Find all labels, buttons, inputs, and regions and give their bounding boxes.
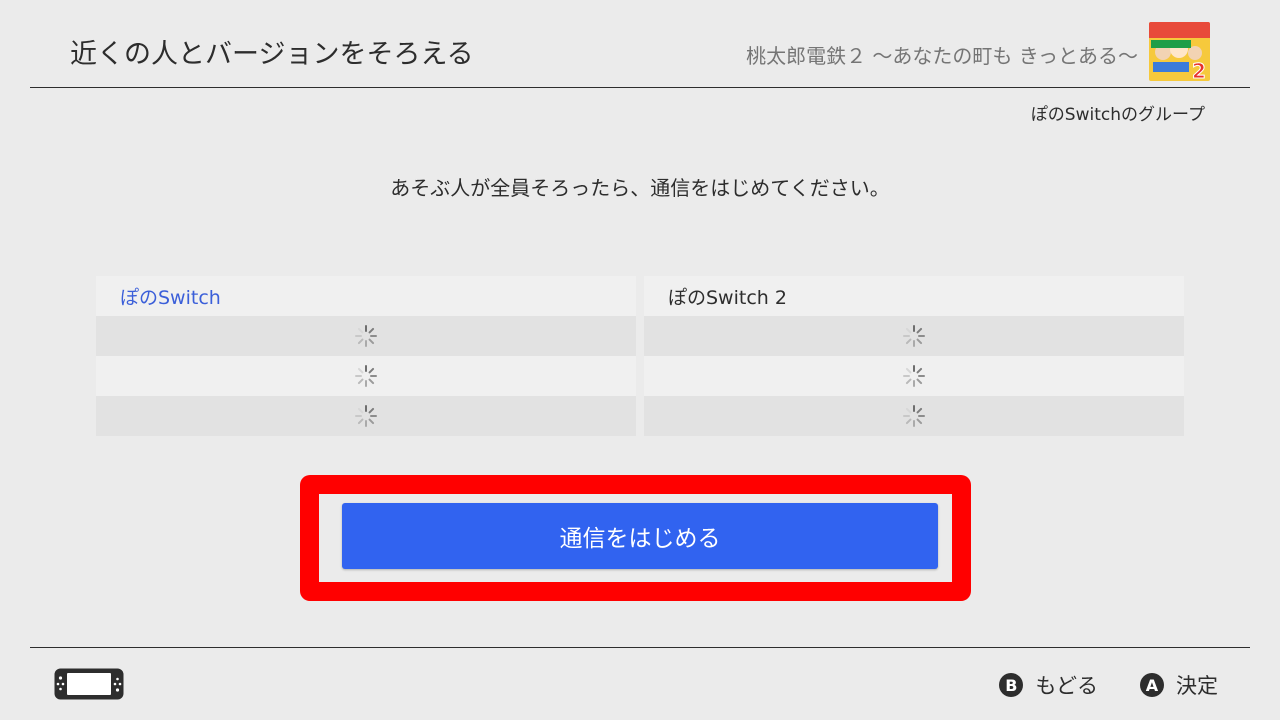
switch-console-icon [54, 668, 124, 700]
footer-actions: B もどる A 決定 [957, 670, 1218, 700]
player-slot [644, 356, 1184, 396]
svg-text:2: 2 [1192, 59, 1206, 81]
player-slot [644, 316, 1184, 356]
page: 近くの人とバージョンをそろえる 桃太郎電鉄２ 〜あなたの町も きっとある〜 2 … [0, 0, 1280, 720]
loading-spinner-icon [903, 365, 925, 387]
loading-spinner-icon [355, 405, 377, 427]
loading-spinner-icon [903, 325, 925, 347]
instruction-text: あそぶ人が全員そろったら、通信をはじめてください。 [390, 176, 890, 200]
header-divider [30, 87, 1250, 88]
momotetsu-2-game-icon: 2 [1149, 22, 1210, 81]
loading-spinner-icon [355, 325, 377, 347]
back-label: もどる [1035, 674, 1098, 698]
player-slot [644, 396, 1184, 436]
player-name: ぽのSwitch [96, 276, 636, 316]
footer-divider [30, 647, 1250, 648]
confirm-label: 決定 [1176, 674, 1218, 698]
back-action[interactable]: B もどる [999, 670, 1098, 700]
confirm-action[interactable]: A 決定 [1140, 670, 1218, 700]
page-title: 近くの人とバージョンをそろえる [70, 39, 474, 70]
player-slot [96, 396, 636, 436]
player-column: ぽのSwitch 2 [644, 276, 1184, 436]
player-name: ぽのSwitch 2 [644, 276, 1184, 316]
start-communication-button[interactable]: 通信をはじめる [342, 503, 938, 569]
b-button-icon: B [999, 673, 1024, 697]
player-slot [96, 316, 636, 356]
a-button-icon: A [1140, 673, 1164, 697]
loading-spinner-icon [903, 405, 925, 427]
loading-spinner-icon [355, 365, 377, 387]
player-column: ぽのSwitch [96, 276, 636, 436]
game-title: 桃太郎電鉄２ 〜あなたの町も きっとある〜 [746, 44, 1138, 68]
group-label: ぽのSwitchのグループ [1030, 105, 1205, 125]
player-slot [96, 356, 636, 396]
